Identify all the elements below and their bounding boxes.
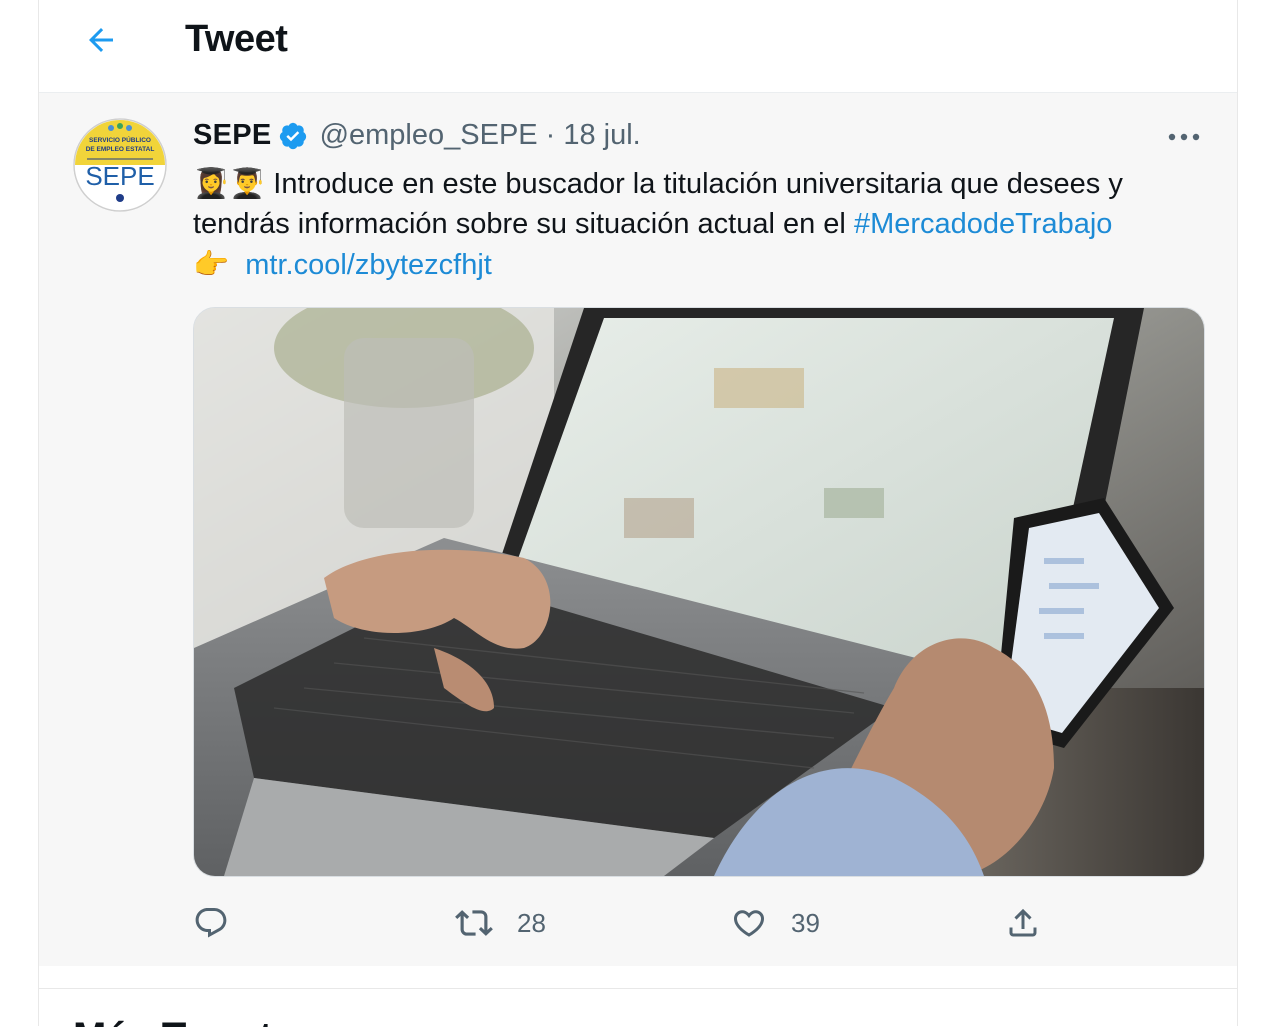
hashtag-link[interactable]: #MercadodeTrabajo: [854, 208, 1112, 240]
avatar-text-1: SERVICIO PÚBLICO: [89, 135, 151, 144]
avatar-logo-text: SEPE: [85, 161, 154, 191]
tweet-text: 👩‍🎓👨‍🎓 Introduce en este buscador la tit…: [193, 163, 1203, 285]
graduate-emojis: 👩‍🎓👨‍🎓: [193, 166, 266, 200]
page-title: Tweet: [185, 18, 288, 60]
like-count: 39: [791, 907, 820, 938]
avatar[interactable]: SERVICIO PÚBLICO DE EMPLEO ESTATAL SEPE: [73, 118, 167, 212]
separator-dot: ·: [545, 119, 556, 151]
more-button[interactable]: [1159, 119, 1209, 155]
share-icon: [1009, 908, 1037, 937]
tweet-header: SEPE @empleo_SEPE · 18 jul.: [193, 119, 641, 152]
author-handle[interactable]: @empleo_SEPE: [320, 119, 538, 152]
like-icon: [733, 910, 765, 937]
reply-icon: [195, 908, 227, 938]
page-header: Tweet: [39, 0, 1237, 93]
reply-button[interactable]: [193, 898, 253, 948]
verified-badge-icon: [278, 121, 308, 151]
back-arrow-icon: [89, 28, 113, 52]
more-tweets-heading: Más Tweets: [73, 1015, 295, 1027]
tweet-actions: 28 39: [193, 898, 1203, 948]
tweet-url-link[interactable]: mtr.cool/zbytezcfhjt: [245, 249, 492, 281]
back-button[interactable]: [79, 18, 123, 62]
tweet-media-image[interactable]: [193, 307, 1205, 877]
avatar-text-2: DE EMPLEO ESTATAL: [86, 146, 155, 153]
more-icon: [1168, 133, 1200, 141]
tweet-date[interactable]: 18 jul.: [563, 119, 640, 152]
tweet[interactable]: SERVICIO PÚBLICO DE EMPLEO ESTATAL SEPE …: [39, 93, 1237, 966]
retweet-icon: [455, 910, 493, 936]
sepe-logo: SERVICIO PÚBLICO DE EMPLEO ESTATAL SEPE: [73, 118, 167, 212]
pointing-hand-emoji: 👉: [193, 247, 230, 281]
author-name[interactable]: SEPE: [193, 119, 272, 152]
laptop-photo: [194, 308, 1204, 876]
retweet-count: 28: [517, 907, 546, 938]
share-button[interactable]: [1005, 898, 1041, 948]
retweet-button[interactable]: 28: [455, 898, 546, 948]
more-tweets-section: Más Tweets: [39, 988, 1237, 1027]
main-column: Tweet SERVICIO PÚBLICO DE EMPLEO ESTATAL…: [38, 0, 1238, 1027]
like-button[interactable]: 39: [731, 898, 820, 948]
